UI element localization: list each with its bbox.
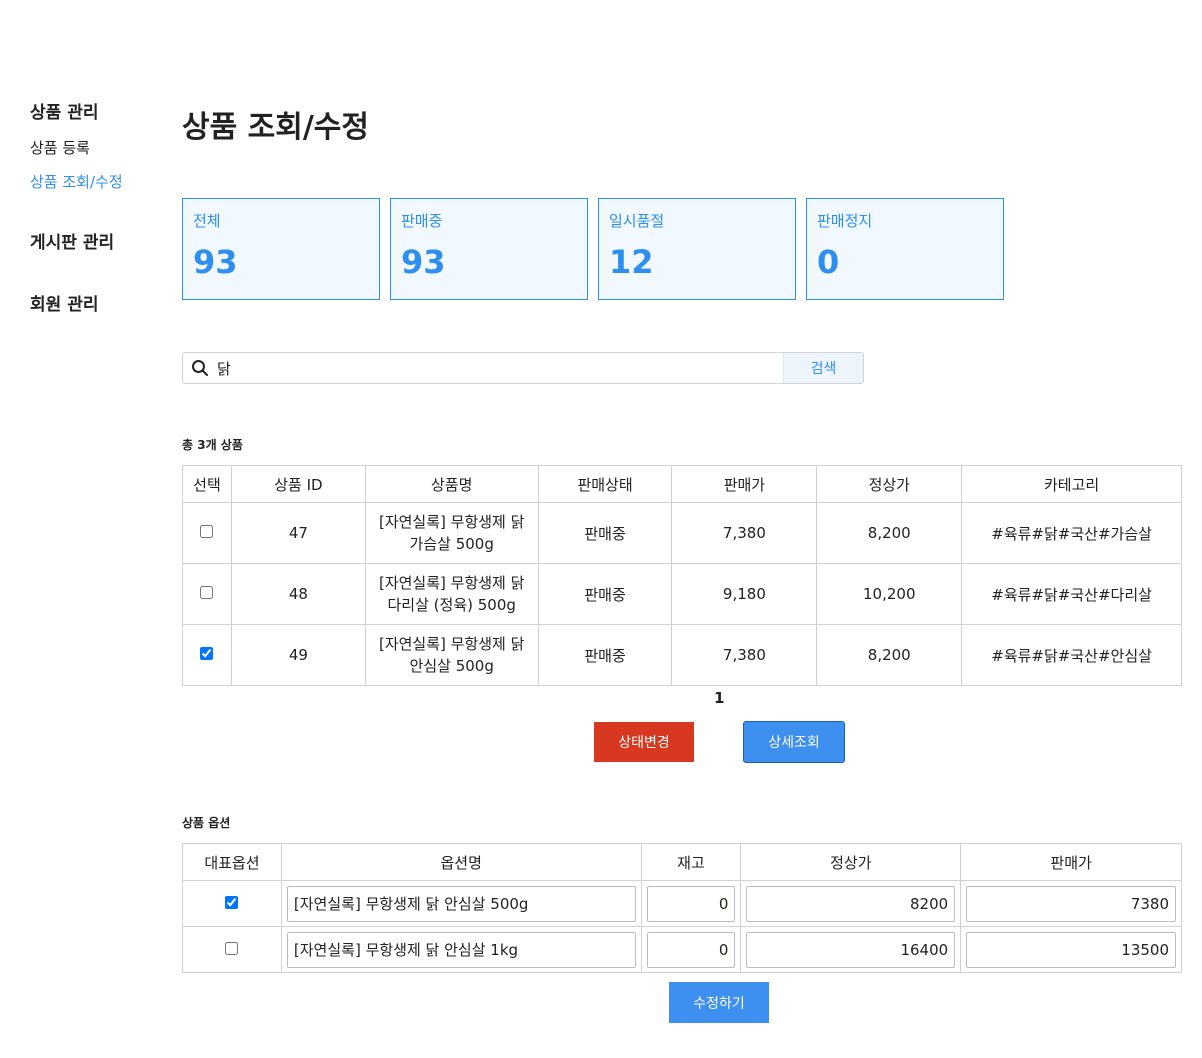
- sidebar-section-board[interactable]: 게시판 관리: [30, 230, 170, 256]
- column-header: 재고: [640, 843, 742, 881]
- stat-label: 판매중: [401, 212, 443, 230]
- search-input[interactable]: [217, 354, 783, 382]
- list-price-field[interactable]: [746, 885, 956, 922]
- sale-price: 7,380: [671, 502, 818, 564]
- stat-card-all[interactable]: 전체 93: [182, 198, 380, 300]
- table-row[interactable]: 48 [자연실록] 무항생제 닭 다리살 (정육) 500g 판매중 9,180…: [182, 563, 1182, 625]
- options-title: 상품 옵션: [182, 816, 231, 830]
- column-header: 정상가: [740, 843, 962, 881]
- page-title: 상품 조회/수정: [182, 110, 370, 145]
- row-select-checkbox[interactable]: [200, 525, 214, 538]
- option-row: [182, 880, 1182, 927]
- list-price: 8,200: [816, 502, 963, 564]
- search-bar: 검색: [182, 352, 864, 384]
- stock-field[interactable]: [646, 885, 736, 922]
- sale-status: 판매중: [537, 563, 673, 625]
- list-price: 10,200: [816, 563, 963, 625]
- search-icon: [183, 353, 217, 383]
- product-table: 선택 상품 ID 상품명 판매상태 판매가 정상가 카테고리 47 [자연실록]…: [182, 465, 1182, 686]
- stat-value: 93: [401, 243, 446, 281]
- table-header-row: 대표옵션 옵션명 재고 정상가 판매가: [182, 843, 1182, 881]
- primary-option-checkbox[interactable]: [225, 941, 239, 955]
- table-row[interactable]: 47 [자연실록] 무항생제 닭 가슴살 500g 판매중 7,380 8,20…: [182, 502, 1182, 564]
- stat-value: 93: [193, 243, 238, 281]
- total-count: 총 3개 상품: [182, 438, 243, 452]
- column-header: 상품 ID: [230, 465, 366, 503]
- table-header-row: 선택 상품 ID 상품명 판매상태 판매가 정상가 카테고리: [182, 465, 1182, 503]
- sidebar: 상품 관리 상품 등록 상품 조회/수정 게시판 관리 회원 관리: [30, 100, 170, 318]
- stat-value: 0: [817, 243, 840, 281]
- category: #육류#닭#국산#가슴살: [961, 502, 1182, 564]
- save-edit-button[interactable]: 수정하기: [669, 982, 769, 1023]
- column-header: 대표옵션: [182, 843, 282, 881]
- stat-value: 12: [609, 243, 654, 281]
- stat-card-on-sale[interactable]: 판매중 93: [390, 198, 588, 300]
- search-button[interactable]: 검색: [783, 353, 863, 383]
- sidebar-item-product-register[interactable]: 상품 등록: [30, 136, 170, 160]
- sidebar-section-product[interactable]: 상품 관리: [30, 100, 170, 126]
- sale-price-field[interactable]: [966, 885, 1176, 922]
- column-header: 상품명: [364, 465, 539, 503]
- column-header: 카테고리: [961, 465, 1182, 503]
- option-name-field[interactable]: [286, 931, 636, 968]
- sale-price-field[interactable]: [966, 931, 1176, 968]
- sidebar-item-product-search-edit[interactable]: 상품 조회/수정: [30, 170, 170, 194]
- stat-label: 전체: [193, 212, 221, 230]
- stat-card-sold-out[interactable]: 일시품절 12: [598, 198, 796, 300]
- column-header: 판매가: [960, 843, 1182, 881]
- category: #육류#닭#국산#안심살: [961, 624, 1182, 686]
- column-header: 판매상태: [537, 465, 673, 503]
- primary-option-checkbox[interactable]: [225, 895, 239, 909]
- sale-status: 판매중: [537, 502, 673, 564]
- list-price: 8,200: [816, 624, 963, 686]
- category: #육류#닭#국산#다리살: [961, 563, 1182, 625]
- option-name-field[interactable]: [286, 885, 636, 922]
- stat-label: 일시품절: [609, 212, 665, 230]
- sidebar-section-member[interactable]: 회원 관리: [30, 292, 170, 318]
- stat-label: 판매정지: [817, 212, 873, 230]
- sale-status: 판매중: [537, 624, 673, 686]
- column-header: 옵션명: [280, 843, 642, 881]
- sale-price: 7,380: [671, 624, 818, 686]
- product-name: [자연실록] 무항생제 닭 다리살 (정육) 500g: [364, 563, 539, 625]
- stock-field[interactable]: [646, 931, 736, 968]
- table-row[interactable]: 49 [자연실록] 무항생제 닭 안심살 500g 판매중 7,380 8,20…: [182, 624, 1182, 686]
- product-name: [자연실록] 무항생제 닭 가슴살 500g: [364, 502, 539, 564]
- column-header: 정상가: [816, 465, 963, 503]
- row-select-checkbox[interactable]: [200, 647, 214, 660]
- list-price-field[interactable]: [746, 931, 956, 968]
- pagination-current-page[interactable]: 1: [714, 689, 724, 707]
- product-id: 48: [230, 563, 366, 625]
- product-name: [자연실록] 무항생제 닭 안심살 500g: [364, 624, 539, 686]
- product-id: 49: [230, 624, 366, 686]
- detail-view-button[interactable]: 상세조회: [743, 721, 845, 763]
- option-table: 대표옵션 옵션명 재고 정상가 판매가: [182, 843, 1182, 973]
- stat-card-suspended[interactable]: 판매정지 0: [806, 198, 1004, 300]
- column-header: 판매가: [671, 465, 818, 503]
- product-id: 47: [230, 502, 366, 564]
- stats-cards: 전체 93 판매중 93 일시품절 12 판매정지 0: [182, 198, 1004, 300]
- sale-price: 9,180: [671, 563, 818, 625]
- option-row: [182, 926, 1182, 973]
- status-change-button[interactable]: 상태변경: [594, 722, 694, 762]
- column-header: 선택: [182, 465, 232, 503]
- row-select-checkbox[interactable]: [200, 586, 214, 599]
